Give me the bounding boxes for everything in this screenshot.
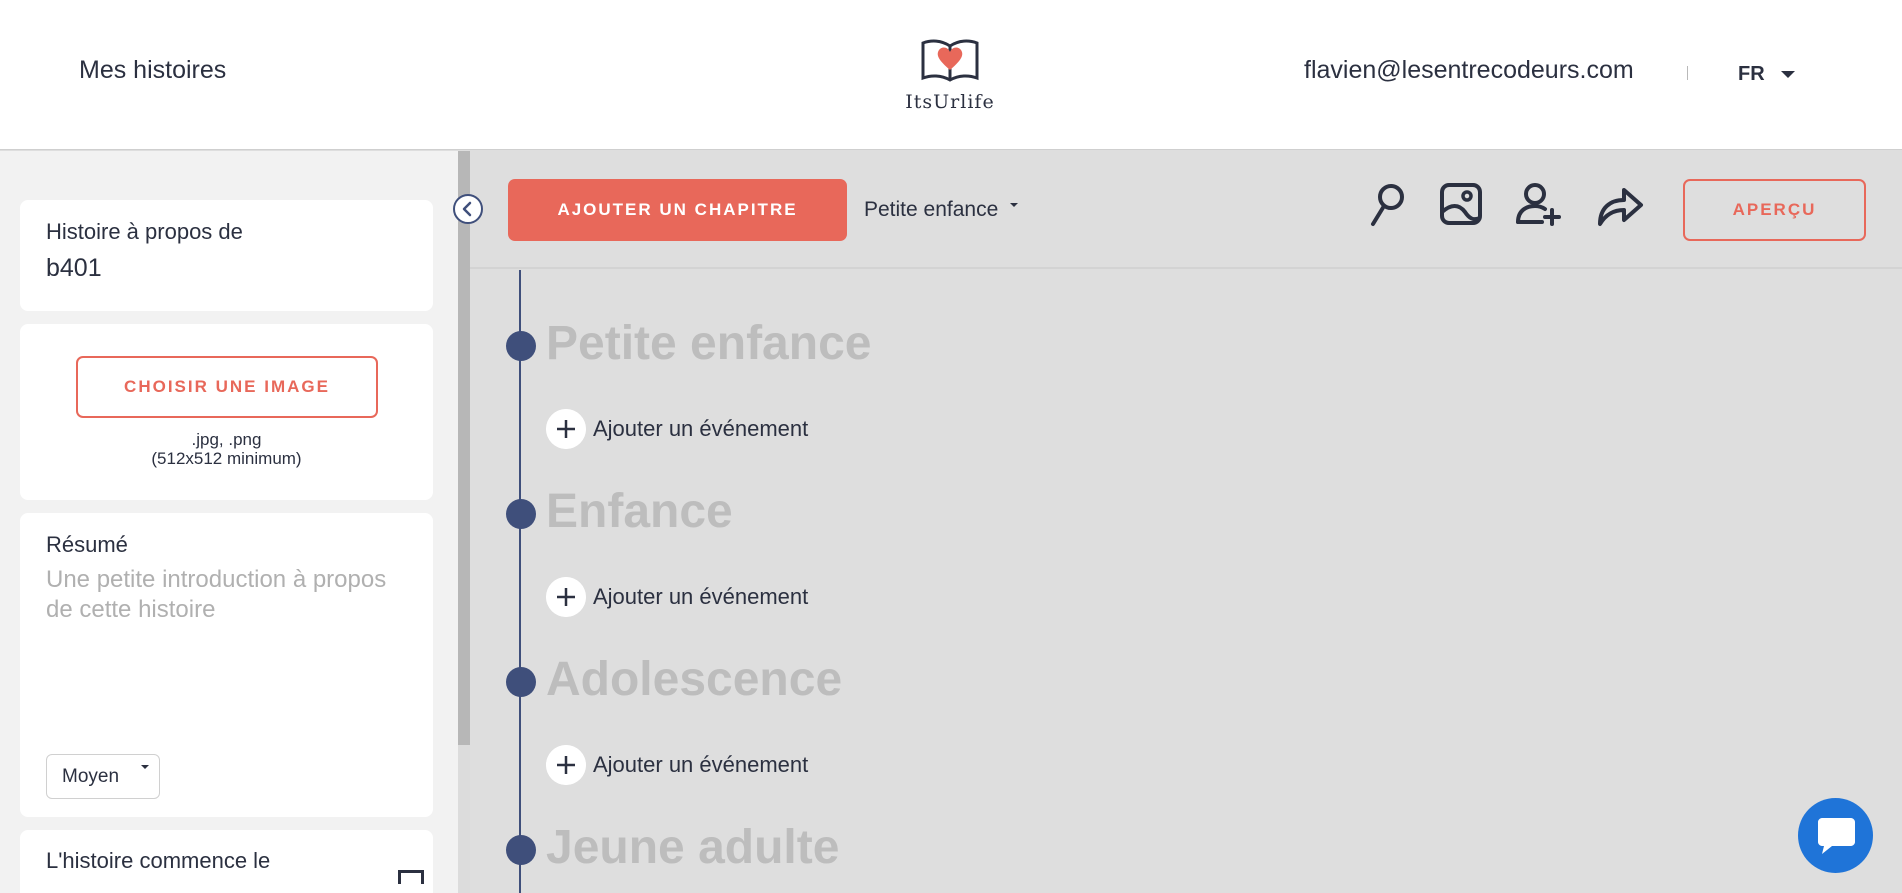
plus-icon [546,577,586,617]
chevron-down-icon[interactable] [1781,71,1795,78]
story-subject-value[interactable]: b401 [46,254,102,283]
search-icon[interactable] [1363,180,1411,228]
my-stories-link[interactable]: Mes histoires [79,56,226,85]
image-icon[interactable] [1437,180,1485,228]
start-date-card: L'histoire commence le [20,830,433,893]
chapter-title[interactable]: Petite enfance [546,316,871,371]
chapter-title[interactable]: Enfance [546,484,733,539]
plus-icon [546,745,586,785]
story-about-label: Histoire à propos de [46,219,243,244]
book-heart-logo-icon [921,39,979,82]
calendar-icon[interactable] [398,870,424,884]
logo-text: ItsUrlife [905,91,995,113]
timeline-dot [506,331,536,361]
timeline-dot [506,499,536,529]
app-header: Mes histoires ItsUrlife flavien@lesentre… [0,0,1902,150]
share-icon[interactable] [1596,180,1644,228]
app-logo[interactable]: ItsUrlife [902,36,998,113]
add-chapter-button[interactable]: AJOUTER UN CHAPITRE [508,179,847,241]
chat-icon [1818,818,1855,854]
chapter-select[interactable]: Petite enfance [864,198,998,222]
story-about-card: Histoire à propos de b401 [20,200,433,311]
add-user-icon[interactable] [1514,180,1562,228]
image-size-hint: (512x512 minimum) [151,449,302,468]
timeline-dot [506,835,536,865]
user-email[interactable]: flavien@lesentrecodeurs.com [1304,56,1634,85]
collapse-sidebar-button[interactable] [453,194,483,224]
chat-button[interactable] [1798,798,1873,873]
summary-card: Résumé Une petite introduction à propos … [20,513,433,817]
story-image-card: CHOISIR UNE IMAGE .jpg, .png (512x512 mi… [20,324,433,500]
chapter-title[interactable]: Adolescence [546,652,842,707]
language-selector[interactable]: FR [1738,63,1765,86]
choose-image-button[interactable]: CHOISIR UNE IMAGE [76,356,378,418]
timeline-line [519,270,521,893]
chevron-down-icon[interactable] [1010,203,1018,207]
add-event-label: Ajouter un événement [593,416,809,441]
chapter-title[interactable]: Jeune adulte [546,820,839,875]
image-format-hint: .jpg, .png [191,430,262,449]
sidebar-scrollbar-thumb[interactable] [458,151,470,745]
chevron-left-icon [462,201,472,217]
chapter-select-value: Petite enfance [864,198,999,221]
header-divider [1687,66,1688,80]
summary-size-value: Moyen [62,766,120,787]
summary-size-select[interactable]: Moyen [46,754,160,799]
chevron-down-icon [141,765,149,769]
timeline-dot [506,667,536,697]
plus-icon [546,409,586,449]
add-event-label: Ajouter un événement [593,584,809,609]
summary-textarea[interactable]: Une petite introduction à propos de cett… [46,565,416,625]
add-event-label: Ajouter un événement [593,752,809,777]
preview-button[interactable]: APERÇU [1683,179,1866,241]
start-date-label: L'histoire commence le [46,848,271,873]
summary-label: Résumé [46,532,128,557]
